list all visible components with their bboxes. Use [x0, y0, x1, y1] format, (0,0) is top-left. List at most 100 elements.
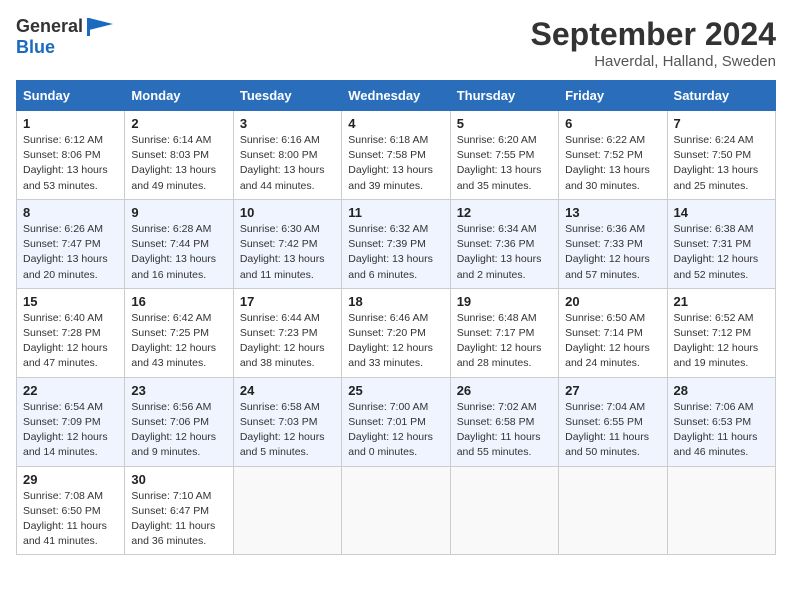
col-sunday: Sunday [17, 81, 125, 111]
day-info: Sunrise: 6:58 AMSunset: 7:03 PMDaylight:… [240, 400, 335, 461]
day-info: Sunrise: 6:12 AMSunset: 8:06 PMDaylight:… [23, 133, 118, 194]
col-thursday: Thursday [450, 81, 558, 111]
calendar-cell: 2 Sunrise: 6:14 AMSunset: 8:03 PMDaylight… [125, 111, 233, 200]
calendar-cell: 5Sunrise: 6:20 AMSunset: 7:55 PMDaylight… [450, 111, 558, 200]
day-info: Sunrise: 7:00 AMSunset: 7:01 PMDaylight:… [348, 400, 443, 461]
logo-flag-icon [85, 16, 113, 38]
day-info: Sunrise: 6:36 AMSunset: 7:33 PMDaylight:… [565, 222, 660, 283]
day-number: 20 [565, 294, 660, 309]
col-tuesday: Tuesday [233, 81, 341, 111]
day-info: Sunrise: 6:48 AMSunset: 7:17 PMDaylight:… [457, 311, 552, 372]
day-info: Sunrise: 6:26 AMSunset: 7:47 PMDaylight:… [23, 222, 118, 283]
calendar-cell [233, 466, 341, 555]
calendar-table: Sunday Monday Tuesday Wednesday Thursday… [16, 80, 776, 555]
calendar-week-row: 15 Sunrise: 6:40 AMSunset: 7:28 PMDayligh… [17, 288, 776, 377]
day-number: 17 [240, 294, 335, 309]
calendar-cell: 26 Sunrise: 7:02 AMSunset: 6:58 PMDayligh… [450, 377, 558, 466]
day-number: 19 [457, 294, 552, 309]
day-number: 7 [674, 116, 769, 131]
day-number: 5 [457, 116, 552, 131]
day-info: Sunrise: 6:50 AMSunset: 7:14 PMDaylight:… [565, 311, 660, 372]
calendar-cell: 4Sunrise: 6:18 AMSunset: 7:58 PMDaylight… [342, 111, 450, 200]
day-number: 11 [348, 205, 443, 220]
calendar-cell: 8 Sunrise: 6:26 AMSunset: 7:47 PMDaylight… [17, 199, 125, 288]
day-number: 25 [348, 383, 443, 398]
calendar-cell: 9 Sunrise: 6:28 AMSunset: 7:44 PMDaylight… [125, 199, 233, 288]
day-info: Sunrise: 6:46 AMSunset: 7:20 PMDaylight:… [348, 311, 443, 372]
day-number: 1 [23, 116, 118, 131]
day-info: Sunrise: 7:08 AMSunset: 6:50 PMDaylight:… [23, 489, 118, 550]
calendar-cell: 3 Sunrise: 6:16 AMSunset: 8:00 PMDaylight… [233, 111, 341, 200]
calendar-cell: 14 Sunrise: 6:38 AMSunset: 7:31 PMDayligh… [667, 199, 775, 288]
day-number: 29 [23, 472, 118, 487]
col-wednesday: Wednesday [342, 81, 450, 111]
day-number: 3 [240, 116, 335, 131]
calendar-cell: 13 Sunrise: 6:36 AMSunset: 7:33 PMDayligh… [559, 199, 667, 288]
calendar-cell: 15 Sunrise: 6:40 AMSunset: 7:28 PMDayligh… [17, 288, 125, 377]
day-info: Sunrise: 6:42 AMSunset: 7:25 PMDaylight:… [131, 311, 226, 372]
day-number: 2 [131, 116, 226, 131]
calendar-cell: 16Sunrise: 6:42 AMSunset: 7:25 PMDayligh… [125, 288, 233, 377]
calendar-cell: 25 Sunrise: 7:00 AMSunset: 7:01 PMDayligh… [342, 377, 450, 466]
day-number: 23 [131, 383, 226, 398]
calendar-cell: 27Sunrise: 7:04 AMSunset: 6:55 PMDayligh… [559, 377, 667, 466]
day-info: Sunrise: 6:28 AMSunset: 7:44 PMDaylight:… [131, 222, 226, 283]
day-info: Sunrise: 6:56 AMSunset: 7:06 PMDaylight:… [131, 400, 226, 461]
day-info: Sunrise: 6:22 AMSunset: 7:52 PMDaylight:… [565, 133, 660, 194]
day-number: 30 [131, 472, 226, 487]
title-block: September 2024 Haverdal, Halland, Sweden [531, 16, 776, 70]
logo: General Blue [16, 16, 113, 58]
day-number: 8 [23, 205, 118, 220]
calendar-cell: 29 Sunrise: 7:08 AMSunset: 6:50 PMDayligh… [17, 466, 125, 555]
calendar-cell: 10 Sunrise: 6:30 AMSunset: 7:42 PMDayligh… [233, 199, 341, 288]
calendar-cell: 20 Sunrise: 6:50 AMSunset: 7:14 PMDayligh… [559, 288, 667, 377]
day-number: 13 [565, 205, 660, 220]
day-info: Sunrise: 6:40 AMSunset: 7:28 PMDaylight:… [23, 311, 118, 372]
calendar-cell: 21Sunrise: 6:52 AMSunset: 7:12 PMDayligh… [667, 288, 775, 377]
day-info: Sunrise: 6:32 AMSunset: 7:39 PMDaylight:… [348, 222, 443, 283]
day-number: 9 [131, 205, 226, 220]
day-number: 26 [457, 383, 552, 398]
header-row: Sunday Monday Tuesday Wednesday Thursday… [17, 81, 776, 111]
calendar-week-row: 29 Sunrise: 7:08 AMSunset: 6:50 PMDayligh… [17, 466, 776, 555]
day-info: Sunrise: 6:54 AMSunset: 7:09 PMDaylight:… [23, 400, 118, 461]
logo-general-text: General [16, 17, 83, 37]
day-info: Sunrise: 6:14 AMSunset: 8:03 PMDaylight:… [131, 133, 226, 194]
day-number: 18 [348, 294, 443, 309]
location-title: Haverdal, Halland, Sweden [531, 53, 776, 70]
month-title: September 2024 [531, 16, 776, 53]
day-number: 24 [240, 383, 335, 398]
day-number: 15 [23, 294, 118, 309]
col-monday: Monday [125, 81, 233, 111]
calendar-cell: 19 Sunrise: 6:48 AMSunset: 7:17 PMDayligh… [450, 288, 558, 377]
day-number: 10 [240, 205, 335, 220]
calendar-cell: 11 Sunrise: 6:32 AMSunset: 7:39 PMDayligh… [342, 199, 450, 288]
day-info: Sunrise: 6:30 AMSunset: 7:42 PMDaylight:… [240, 222, 335, 283]
calendar-cell: 18 Sunrise: 6:46 AMSunset: 7:20 PMDayligh… [342, 288, 450, 377]
day-number: 6 [565, 116, 660, 131]
day-info: Sunrise: 6:44 AMSunset: 7:23 PMDaylight:… [240, 311, 335, 372]
calendar-cell: 24 Sunrise: 6:58 AMSunset: 7:03 PMDayligh… [233, 377, 341, 466]
page-header: General Blue September 2024 Haverdal, Ha… [16, 16, 776, 70]
calendar-cell: 7 Sunrise: 6:24 AMSunset: 7:50 PMDaylight… [667, 111, 775, 200]
col-friday: Friday [559, 81, 667, 111]
day-info: Sunrise: 6:34 AMSunset: 7:36 PMDaylight:… [457, 222, 552, 283]
day-info: Sunrise: 6:18 AMSunset: 7:58 PMDaylight:… [348, 133, 443, 194]
calendar-cell: 17 Sunrise: 6:44 AMSunset: 7:23 PMDayligh… [233, 288, 341, 377]
day-info: Sunrise: 6:24 AMSunset: 7:50 PMDaylight:… [674, 133, 769, 194]
calendar-cell: 1 Sunrise: 6:12 AMSunset: 8:06 PMDaylight… [17, 111, 125, 200]
day-number: 21 [674, 294, 769, 309]
day-info: Sunrise: 7:04 AMSunset: 6:55 PMDaylight:… [565, 400, 660, 461]
calendar-week-row: 8 Sunrise: 6:26 AMSunset: 7:47 PMDaylight… [17, 199, 776, 288]
logo-blue-text: Blue [16, 38, 55, 58]
calendar-cell [559, 466, 667, 555]
day-number: 12 [457, 205, 552, 220]
day-info: Sunrise: 6:38 AMSunset: 7:31 PMDaylight:… [674, 222, 769, 283]
calendar-week-row: 1 Sunrise: 6:12 AMSunset: 8:06 PMDaylight… [17, 111, 776, 200]
day-number: 14 [674, 205, 769, 220]
calendar-week-row: 22Sunrise: 6:54 AMSunset: 7:09 PMDayligh… [17, 377, 776, 466]
calendar-cell [667, 466, 775, 555]
day-info: Sunrise: 7:02 AMSunset: 6:58 PMDaylight:… [457, 400, 552, 461]
calendar-cell: 12 Sunrise: 6:34 AMSunset: 7:36 PMDayligh… [450, 199, 558, 288]
day-info: Sunrise: 6:16 AMSunset: 8:00 PMDaylight:… [240, 133, 335, 194]
